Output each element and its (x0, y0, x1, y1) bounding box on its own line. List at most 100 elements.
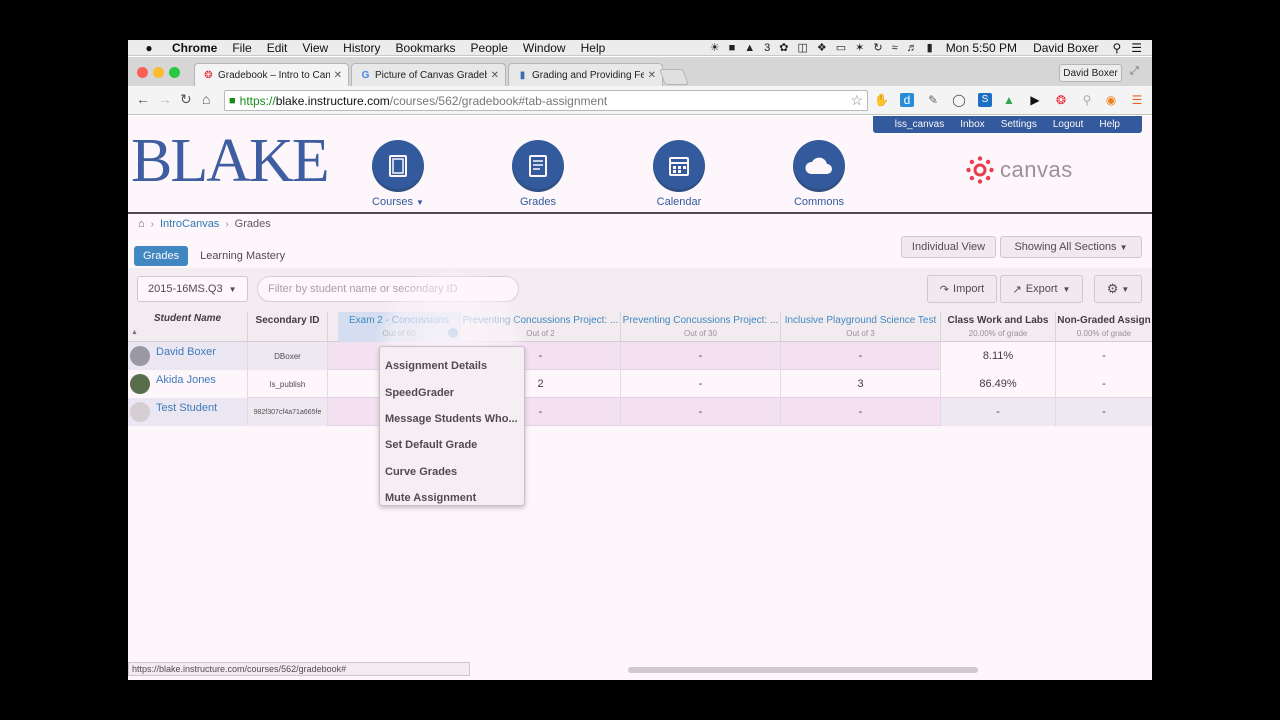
volume-icon[interactable]: ♬ (907, 42, 918, 54)
chrome-menu-icon[interactable]: ☰ (1130, 93, 1144, 107)
menu-file[interactable]: File (232, 41, 251, 55)
pinwheel-icon[interactable]: ✿ (779, 41, 788, 54)
nav-grades[interactable]: Grades (512, 140, 564, 208)
student-name-cell[interactable]: Test Student (128, 398, 248, 426)
menubar-clock[interactable]: Mon 5:50 PM (946, 41, 1017, 55)
menu-history[interactable]: History (343, 41, 380, 55)
d-extension-icon[interactable]: d (900, 93, 914, 107)
time-machine-icon[interactable]: ↻ (873, 41, 882, 54)
util-link-logout[interactable]: Logout (1053, 119, 1084, 130)
horizontal-scrollbar[interactable] (628, 667, 978, 673)
column-options-icon[interactable] (448, 328, 458, 338)
blake-logo[interactable]: BLAKE (131, 130, 330, 192)
student-filter-input[interactable]: Filter by student name or secondary ID (257, 276, 519, 302)
play-extension-icon[interactable]: ▶ (1028, 93, 1042, 107)
tab-grading-feedback[interactable]: ▮ Grading and Providing Fe ✕ (508, 63, 663, 86)
grade-cell[interactable]: - (621, 370, 781, 398)
menu-help[interactable]: Help (581, 41, 606, 55)
bookmark-star-icon[interactable]: ☆ (850, 92, 863, 109)
profile-button[interactable]: David Boxer (1059, 64, 1122, 82)
grade-cell[interactable]: - (781, 398, 941, 426)
grade-cell[interactable]: - (621, 398, 781, 426)
home-icon[interactable]: ⌂ (138, 218, 145, 230)
grade-cell[interactable]: - (781, 342, 941, 370)
canvas-extension-icon[interactable]: ❂ (1054, 93, 1068, 107)
nav-calendar[interactable]: Calendar (653, 140, 705, 208)
canvas-logo[interactable]: canvas (966, 156, 1073, 184)
student-name[interactable]: Akida Jones (156, 374, 216, 386)
pin-extension-icon[interactable]: ⚲ (1080, 93, 1094, 107)
breadcrumb-course[interactable]: IntroCanvas (160, 218, 219, 230)
fullscreen-icon[interactable]: ⤢ (1130, 65, 1139, 78)
util-link-user[interactable]: lss_canvas (895, 119, 944, 130)
tab-close-icon[interactable]: ✕ (491, 70, 499, 81)
hand-extension-icon[interactable]: ✋ (874, 93, 889, 107)
notification-center-icon[interactable]: ☰ (1131, 41, 1142, 55)
sun-icon[interactable]: ☀ (710, 41, 720, 54)
eyedropper-extension-icon[interactable]: ✎ (926, 93, 940, 107)
menu-window[interactable]: Window (523, 41, 566, 55)
column-header-preventing-2[interactable]: Preventing Concussions Project: ... Out … (621, 312, 781, 342)
adobe-icon[interactable]: ▲ (744, 42, 755, 54)
student-name-cell[interactable]: David Boxer (128, 342, 248, 370)
grade-cell[interactable]: 3 (781, 370, 941, 398)
tab-learning-mastery[interactable]: Learning Mastery (200, 250, 285, 262)
tab-gradebook[interactable]: ❂ Gradebook – Intro to Canv ✕ (194, 63, 349, 86)
dropbox-icon[interactable]: ❖ (817, 41, 827, 54)
menu-view[interactable]: View (302, 41, 328, 55)
tab-grades[interactable]: Grades (134, 246, 189, 266)
menu-item-assignment-details[interactable]: Assignment Details (380, 353, 524, 379)
gradebook-settings-button[interactable]: ⚙ ▼ (1094, 275, 1142, 303)
tab-close-icon[interactable]: ✕ (334, 70, 342, 81)
tab-close-icon[interactable]: ✕ (648, 70, 656, 81)
menu-bookmarks[interactable]: Bookmarks (396, 41, 456, 55)
column-header-preventing-1[interactable]: Preventing Concussions Project: ... Out … (461, 312, 621, 342)
nav-commons[interactable]: Commons (793, 140, 845, 208)
student-name[interactable]: Test Student (156, 402, 217, 414)
nav-courses[interactable]: Courses ▼ (372, 140, 424, 208)
close-window-icon[interactable] (137, 67, 148, 78)
forward-icon[interactable]: → (158, 91, 172, 107)
student-name[interactable]: David Boxer (156, 346, 216, 358)
term-select[interactable]: 2015-16MS.Q3 ▼ (137, 276, 248, 302)
import-button[interactable]: ↷ Import (927, 275, 997, 303)
new-tab-button[interactable] (659, 69, 689, 85)
firefox-extension-icon[interactable]: ◉ (1104, 93, 1118, 107)
column-header-playground[interactable]: Inclusive Playground Science Test Out of… (781, 312, 941, 342)
spotlight-search-icon[interactable]: ⚲ (1112, 41, 1121, 55)
wifi-icon[interactable]: ≈ (892, 42, 898, 54)
airplay-icon[interactable]: ▭ (836, 41, 846, 54)
menubar-user[interactable]: David Boxer (1033, 41, 1098, 55)
util-link-help[interactable]: Help (1099, 119, 1120, 130)
home-icon[interactable]: ⌂ (202, 91, 210, 107)
sections-dropdown[interactable]: Showing All Sections ▼ (1000, 236, 1142, 258)
column-header-non-graded[interactable]: Non-Graded Assign 0.00% of grade (1056, 312, 1152, 342)
menu-edit[interactable]: Edit (267, 41, 288, 55)
reload-icon[interactable]: ↻ (180, 91, 192, 108)
zoom-window-icon[interactable] (169, 67, 180, 78)
export-button[interactable]: ↗ Export ▼ (1000, 275, 1083, 303)
grade-cell[interactable]: - (621, 342, 781, 370)
column-header-secondary-id[interactable]: Secondary ID (248, 312, 328, 342)
column-header-student-name[interactable]: Student Name ▲ (128, 312, 248, 342)
apple-icon[interactable]: ● (142, 41, 156, 55)
shield-icon[interactable]: ◫ (797, 41, 807, 54)
bluetooth-icon[interactable]: ✶ (855, 41, 864, 54)
s-extension-icon[interactable]: S (978, 93, 992, 107)
column-header-class-work[interactable]: Class Work and Labs 20.00% of grade (941, 312, 1056, 342)
clock-extension-icon[interactable]: ◯ (952, 93, 966, 107)
individual-view-button[interactable]: Individual View (901, 236, 996, 258)
minimize-window-icon[interactable] (153, 67, 164, 78)
evernote-icon[interactable]: ■ (729, 42, 736, 54)
menu-item-curve-grades[interactable]: Curve Grades (380, 459, 524, 485)
menu-item-set-default-grade[interactable]: Set Default Grade (380, 432, 524, 458)
battery-icon[interactable]: ▮ (927, 41, 933, 54)
column-header-exam-2[interactable]: Exam 2 - Concussions Out of 60 (338, 312, 461, 342)
menu-people[interactable]: People (471, 41, 508, 55)
util-link-settings[interactable]: Settings (1001, 119, 1037, 130)
menu-item-message-students[interactable]: Message Students Who... (380, 406, 524, 432)
menu-item-mute-assignment[interactable]: Mute Assignment (380, 485, 524, 511)
address-bar[interactable]: ■ https://blake.instructure.com/courses/… (224, 90, 868, 111)
menu-item-speedgrader[interactable]: SpeedGrader (380, 379, 524, 405)
student-name-cell[interactable]: Akida Jones (128, 370, 248, 398)
